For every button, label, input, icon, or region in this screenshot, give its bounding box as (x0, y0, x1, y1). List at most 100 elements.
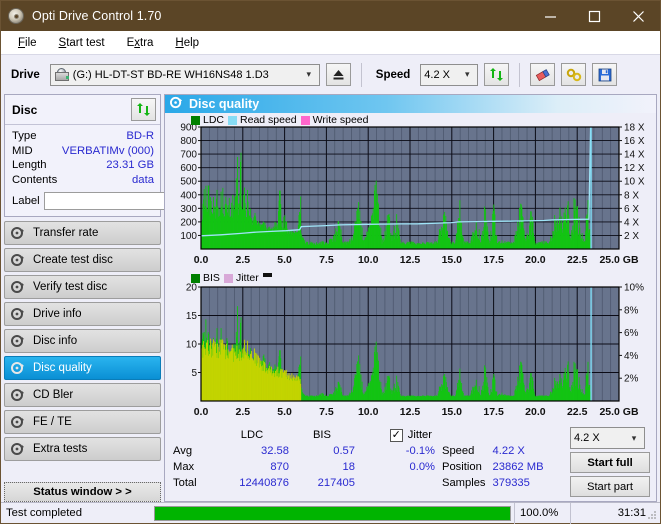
action-buttons: 4.2 X ▾ Start full Start part (570, 427, 650, 497)
disc-row-value: VERBATIMv (000) (61, 144, 154, 157)
drive-select[interactable]: (G:) HL-DT-ST BD-RE WH16NS48 1.D3 ▾ (49, 63, 320, 86)
start-part-button[interactable]: Start part (570, 476, 650, 497)
stats-max-bis: 18 (342, 461, 355, 473)
table-row: Samples 379335 (441, 475, 545, 491)
svg-text:15: 15 (186, 311, 198, 322)
sidebar-item-label: Verify test disc (33, 281, 108, 293)
svg-text:22.5: 22.5 (567, 406, 588, 418)
svg-text:5.0: 5.0 (277, 406, 292, 418)
svg-text:16 X: 16 X (624, 136, 645, 147)
refresh-icon (490, 68, 504, 81)
speed-select[interactable]: 4.2 X ▾ (420, 63, 479, 86)
svg-text:17.5: 17.5 (483, 254, 504, 266)
table-row: Speed 4.22 X (441, 443, 545, 459)
progress-bar (154, 505, 511, 521)
stats-right-table: Speed 4.22 X Position 23862 MB Samples 3… (441, 427, 545, 491)
speed-key: Speed (442, 445, 475, 457)
refresh-button[interactable] (484, 63, 510, 86)
svg-text:500: 500 (180, 177, 197, 188)
chevron-down-icon: ▾ (631, 432, 637, 443)
svg-text:12.5: 12.5 (400, 406, 421, 418)
disc-row-type: Type BD-R (12, 129, 154, 144)
resize-grip[interactable] (647, 510, 657, 520)
sidebar-item-fe-te[interactable]: FE / TE (4, 410, 161, 434)
menu-extra[interactable]: Extra (118, 34, 163, 52)
disc-refresh-button[interactable] (131, 98, 156, 121)
content-header: Disc quality (165, 95, 656, 113)
svg-text:700: 700 (180, 150, 197, 161)
jitter-label: Jitter (407, 429, 432, 441)
legend-label-write-speed: Write speed (312, 114, 369, 126)
close-icon[interactable] (616, 1, 660, 31)
table-row: Avg 32.58 0.57 -0.1% (173, 443, 435, 459)
sidebar-item-cd-bler[interactable]: CD Bler (4, 383, 161, 407)
disc-label-row: Label (12, 190, 215, 211)
maximize-icon[interactable] (572, 1, 616, 31)
erase-button[interactable] (530, 63, 556, 86)
stats-max-jitter: 0.0% (409, 461, 436, 473)
progress-bar-fill (155, 506, 510, 520)
samples-key: Samples (442, 477, 486, 489)
disc-row-value: BD-R (126, 130, 154, 142)
charts-area: LDC Read speed Write speed 100 200 300 400 5… (165, 113, 656, 423)
legend-marker-extra (262, 273, 272, 277)
menu-file[interactable]: FFileile (9, 34, 46, 52)
stats-col-ldc: LDC (240, 429, 264, 441)
stats-panel: LDC BIS ✓ Jitter Avg 32.58 0.57 -0.1% Ma… (165, 423, 656, 501)
disc-test-icon (11, 388, 30, 402)
sidebar-item-label: Create test disc (33, 254, 113, 266)
sidebar-item-transfer-rate[interactable]: Transfer rate (4, 221, 161, 245)
disc-test-icon (11, 307, 30, 321)
minimize-icon[interactable] (528, 1, 572, 31)
sidebar-item-drive-info[interactable]: Drive info (4, 302, 161, 326)
svg-text:10: 10 (186, 340, 198, 351)
save-button[interactable] (592, 63, 618, 86)
stats-avg-ldc: 32.58 (261, 445, 289, 457)
menu-help[interactable]: Help (166, 34, 208, 52)
svg-text:7.5: 7.5 (319, 254, 334, 266)
sidebar-item-disc-quality[interactable]: Disc quality (4, 356, 161, 380)
table-row: Total 12440876 217405 (173, 475, 435, 491)
svg-text:8%: 8% (624, 305, 639, 316)
tools-button[interactable] (561, 63, 587, 86)
disc-test-icon (11, 253, 30, 267)
svg-text:800: 800 (180, 136, 197, 147)
samples-value: 379335 (492, 477, 530, 489)
sidebar-item-create-test-disc[interactable]: Create test disc (4, 248, 161, 272)
stats-table: LDC BIS ✓ Jitter Avg 32.58 0.57 -0.1% Ma… (173, 427, 435, 491)
disc-row-key: Type (12, 130, 37, 142)
svg-text:12.5: 12.5 (400, 254, 421, 266)
sidebar-item-label: CD Bler (33, 389, 74, 401)
table-row: Position 23862 MB (441, 459, 545, 475)
progress-percent: 100.0% (514, 502, 570, 524)
sidebar-item-label: Transfer rate (33, 227, 99, 239)
menu-start-test[interactable]: Start test (50, 34, 114, 52)
status-window-button[interactable]: Status window > > (4, 482, 161, 502)
disc-panel-title: Disc (12, 102, 38, 117)
eject-button[interactable] (325, 63, 351, 86)
svg-text:10.0: 10.0 (358, 254, 379, 266)
start-full-button[interactable]: Start full (570, 452, 650, 473)
sidebar-item-extra-tests[interactable]: Extra tests (4, 437, 161, 461)
svg-text:20.0: 20.0 (525, 254, 546, 266)
status-text: Test completed (6, 507, 82, 519)
sidebar-item-label: Disc quality (33, 362, 92, 374)
stats-row-key: Avg (173, 445, 193, 457)
jitter-checkbox[interactable]: ✓ (389, 428, 403, 442)
sidebar-item-disc-info[interactable]: Disc info (4, 329, 161, 353)
drive-icon (54, 67, 70, 82)
svg-text:25.0 GB: 25.0 GB (599, 406, 639, 418)
test-speed-select[interactable]: 4.2 X ▾ (570, 427, 645, 449)
svg-text:0.0: 0.0 (194, 254, 209, 266)
disc-label-key: Label (12, 194, 40, 207)
sidebar-item-verify-test-disc[interactable]: Verify test disc (4, 275, 161, 299)
disc-info-panel: Disc Type BD-R MID VERBATIMv (000) Lengt… (4, 94, 215, 217)
disc-row-key: Length (12, 159, 47, 171)
svg-text:7.5: 7.5 (319, 406, 334, 418)
bis-chart-legend: BIS Jitter (191, 272, 272, 284)
svg-text:25.0 GB: 25.0 GB (599, 254, 639, 266)
app-body: Disc Type BD-R MID VERBATIMv (000) Lengt… (1, 94, 660, 502)
eraser-icon (535, 68, 550, 81)
stats-total-ldc: 12440876 (239, 477, 289, 489)
sidebar-item-label: FE / TE (33, 416, 72, 428)
